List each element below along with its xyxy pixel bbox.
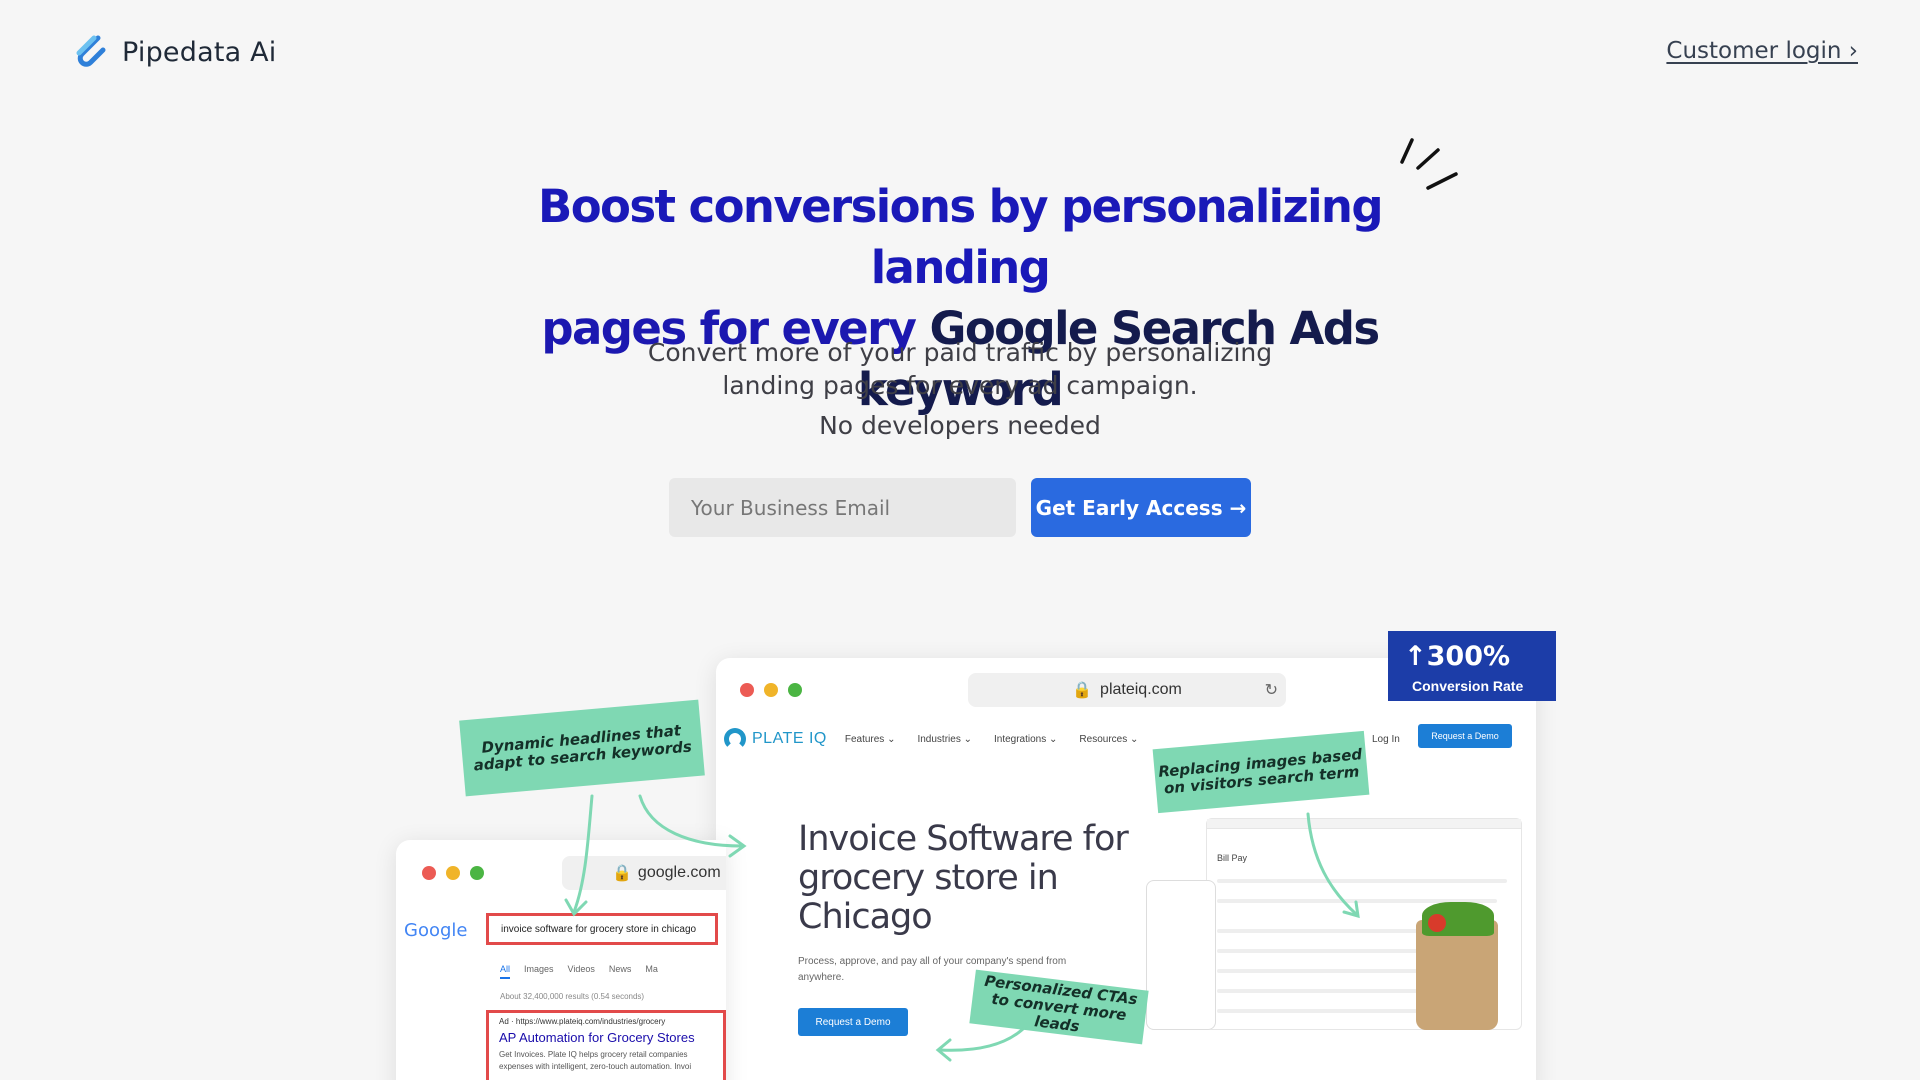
- url-bar: 🔒 plateiq.com ↻: [968, 673, 1286, 707]
- grocery-bag-image: [1416, 920, 1498, 1030]
- lock-icon: 🔒: [1072, 682, 1093, 699]
- maximize-dot-icon: [470, 866, 484, 880]
- brand-name: Pipedata Ai: [122, 36, 277, 68]
- window-controls: [740, 683, 802, 697]
- conversion-rate-label: Conversion Rate: [1412, 678, 1524, 694]
- google-ad-description: Get Invoices. Plate IQ helps grocery ret…: [499, 1050, 692, 1071]
- plateiq-logo: PLATE IQ: [724, 728, 827, 750]
- reload-icon: ↻: [1264, 682, 1278, 699]
- url-text: plateiq.com: [1100, 681, 1182, 698]
- dashboard-row: [1217, 949, 1417, 953]
- google-tab-maps: Ma: [645, 964, 658, 974]
- plateiq-demo-button: Request a Demo: [798, 1008, 908, 1036]
- business-email-input[interactable]: [669, 478, 1016, 537]
- google-tab-images: Images: [524, 964, 554, 974]
- google-url-text: google.com: [637, 864, 721, 881]
- maximize-dot-icon: [788, 683, 802, 697]
- dashboard-row: [1217, 879, 1507, 883]
- minimize-dot-icon: [764, 683, 778, 697]
- google-ad-url: Ad · https://www.plateiq.com/industries/…: [499, 1017, 666, 1026]
- plateiq-nav-demo-button: Request a Demo: [1418, 724, 1512, 748]
- note-dynamic-headlines: Dynamic headlines that adapt to search k…: [459, 699, 705, 797]
- hero-tagline: No developers needed: [819, 411, 1101, 440]
- customer-login-link[interactable]: Customer login ›: [1666, 38, 1858, 64]
- google-ad-title: AP Automation for Grocery Stores: [499, 1030, 695, 1045]
- plateiq-brand: PLATE IQ: [752, 730, 827, 747]
- nav-industries: Industries ⌄: [917, 733, 972, 745]
- nav-features: Features ⌄: [844, 733, 896, 745]
- dashboard-title: Bill Pay: [1217, 853, 1248, 863]
- plateiq-headline: Invoice Software for grocery store in Ch…: [798, 819, 1129, 937]
- dashboard-topbar: [1207, 819, 1521, 829]
- close-dot-icon: [740, 683, 754, 697]
- conversion-rate-badge: ↑300% Conversion Rate: [1388, 631, 1556, 701]
- conversion-rate-value: ↑300%: [1404, 641, 1511, 672]
- google-tabs: All Images Videos News Ma: [500, 964, 658, 979]
- google-tab-videos: Videos: [567, 964, 595, 974]
- nav-resources: Resources ⌄: [1079, 733, 1139, 745]
- brand-logo[interactable]: Pipedata Ai: [72, 32, 277, 72]
- google-logo: Google: [404, 920, 468, 941]
- google-tab-news: News: [608, 964, 632, 974]
- plateiq-logo-icon: [724, 728, 746, 750]
- get-early-access-button[interactable]: Get Early Access →: [1031, 478, 1251, 537]
- hero-subtitle-line2: landing pages for every ad campaign.: [722, 371, 1198, 400]
- paperclip-logo-icon: [76, 35, 106, 67]
- window-controls: [422, 866, 484, 880]
- plateiq-nav: PLATE IQ Features ⌄ Industries ⌄ Integra…: [724, 724, 1524, 750]
- plateiq-login: Log In: [1372, 733, 1400, 745]
- mobile-screenshot: [1146, 880, 1216, 1030]
- hero-subtitle-line1: Convert more of your paid traffic by per…: [647, 338, 1273, 367]
- hero-subtitle: Convert more of your paid traffic by per…: [560, 336, 1360, 402]
- grocery-apple-image: [1428, 914, 1446, 932]
- close-dot-icon: [422, 866, 436, 880]
- google-url-bar: 🔒 google.com: [562, 856, 726, 890]
- google-ad-result: Ad · https://www.plateiq.com/industries/…: [486, 1010, 726, 1080]
- minimize-dot-icon: [446, 866, 460, 880]
- google-browser-mockup: 🔒 google.com Google invoice software for…: [396, 840, 726, 1080]
- hero-title-line1: Boost conversions by personalizing landi…: [538, 180, 1384, 294]
- dashboard-row: [1217, 969, 1417, 973]
- lock-icon: 🔒: [612, 865, 632, 882]
- dashboard-row: [1217, 929, 1417, 933]
- google-tab-all: All: [500, 964, 511, 979]
- dashboard-row: [1217, 1009, 1417, 1013]
- nav-integrations: Integrations ⌄: [993, 733, 1058, 745]
- google-results-count: About 32,400,000 results (0.54 seconds): [500, 992, 645, 1001]
- dashboard-row: [1217, 989, 1417, 993]
- google-search-box: invoice software for grocery store in ch…: [486, 913, 718, 945]
